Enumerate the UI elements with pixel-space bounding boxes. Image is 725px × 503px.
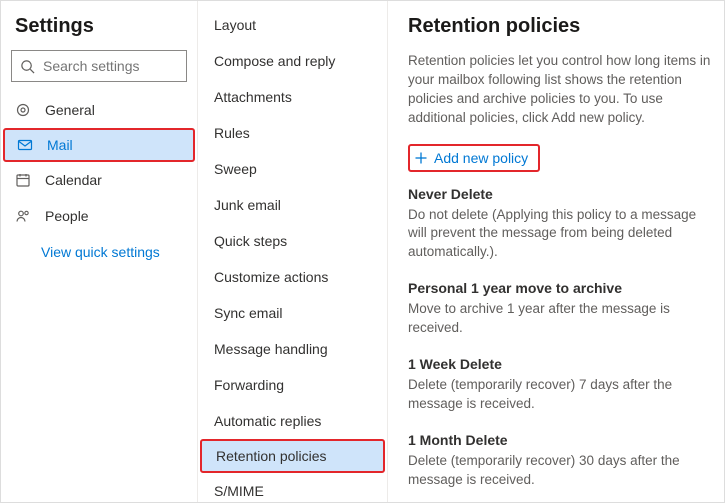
policy-title: Personal 1 year move to archive — [408, 280, 718, 296]
sub-rules[interactable]: Rules — [198, 115, 387, 151]
sub-retention-policies[interactable]: Retention policies — [200, 439, 385, 473]
search-icon — [20, 59, 35, 74]
sub-quick-steps[interactable]: Quick steps — [198, 223, 387, 259]
sub-sweep[interactable]: Sweep — [198, 151, 387, 187]
policy-desc: Move to archive 1 year after the message… — [408, 300, 718, 338]
calendar-icon — [15, 172, 35, 188]
mail-icon — [17, 137, 37, 153]
sub-forwarding[interactable]: Forwarding — [198, 367, 387, 403]
sub-junk-email[interactable]: Junk email — [198, 187, 387, 223]
sub-compose-reply[interactable]: Compose and reply — [198, 43, 387, 79]
sub-sync-email[interactable]: Sync email — [198, 295, 387, 331]
sub-attachments[interactable]: Attachments — [198, 79, 387, 115]
nav-mail[interactable]: Mail — [3, 128, 195, 162]
nav-general[interactable]: General — [1, 92, 197, 128]
sub-customize-actions[interactable]: Customize actions — [198, 259, 387, 295]
intro-text: Retention policies let you control how l… — [408, 52, 724, 128]
nav-label: Mail — [47, 137, 73, 153]
policy-desc: Do not delete (Applying this policy to a… — [408, 206, 718, 263]
people-icon — [15, 208, 35, 224]
settings-sidebar: Settings General Mail Calendar — [1, 1, 197, 502]
policy-item[interactable]: Personal 1 year move to archive Move to … — [408, 280, 724, 338]
plus-icon — [414, 151, 428, 165]
policy-title: 1 Week Delete — [408, 356, 718, 372]
mail-settings-list: Layout Compose and reply Attachments Rul… — [197, 1, 387, 502]
search-settings[interactable] — [11, 50, 187, 82]
policy-item[interactable]: 1 Week Delete Delete (temporarily recove… — [408, 356, 724, 414]
policy-item[interactable]: 1 Month Delete Delete (temporarily recov… — [408, 432, 724, 490]
policy-desc: Delete (temporarily recover) 7 days afte… — [408, 376, 718, 414]
settings-layout: Settings General Mail Calendar — [1, 1, 724, 502]
gear-icon — [15, 102, 35, 118]
sub-layout[interactable]: Layout — [198, 7, 387, 43]
add-new-policy-button[interactable]: Add new policy — [408, 144, 540, 172]
sub-smime[interactable]: S/MIME — [198, 473, 387, 502]
policy-title: 1 Month Delete — [408, 432, 718, 448]
policy-title: Never Delete — [408, 186, 718, 202]
nav-label: Calendar — [45, 172, 102, 188]
policy-item[interactable]: Never Delete Do not delete (Applying thi… — [408, 186, 724, 263]
nav-people[interactable]: People — [1, 198, 197, 234]
add-policy-label: Add new policy — [434, 150, 528, 166]
nav-label: General — [45, 102, 95, 118]
page-title: Retention policies — [408, 15, 724, 38]
sub-message-handling[interactable]: Message handling — [198, 331, 387, 367]
policy-desc: Delete (temporarily recover) 30 days aft… — [408, 452, 718, 490]
nav-label: People — [45, 208, 89, 224]
nav-calendar[interactable]: Calendar — [1, 162, 197, 198]
main-content: Retention policies Retention policies le… — [387, 1, 724, 502]
search-input[interactable] — [43, 58, 178, 74]
sub-automatic-replies[interactable]: Automatic replies — [198, 403, 387, 439]
settings-title: Settings — [1, 11, 197, 50]
view-quick-settings-link[interactable]: View quick settings — [1, 234, 197, 260]
